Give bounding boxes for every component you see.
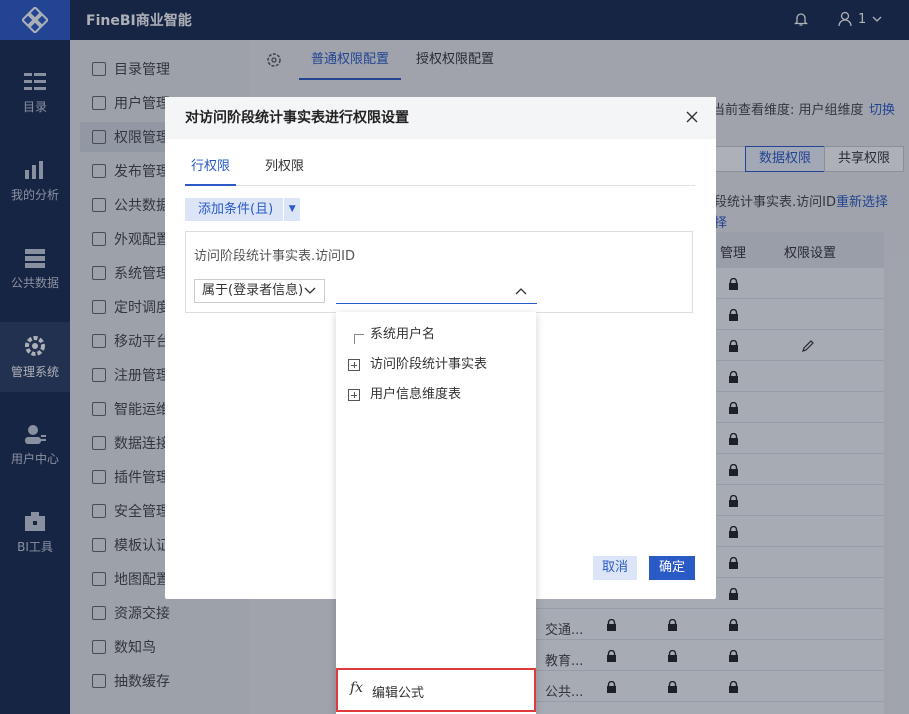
option-user-dim-table[interactable]: 用户信息维度表	[336, 382, 536, 408]
tab-row-permission[interactable]: 行权限	[185, 153, 236, 186]
cancel-button[interactable]: 取消	[593, 556, 637, 580]
tab-column-permission[interactable]: 列权限	[265, 153, 304, 186]
caret-down-icon[interactable]: ▼	[284, 198, 300, 221]
add-condition-button[interactable]: 添加条件(且) ▼	[185, 198, 301, 221]
edit-formula-button[interactable]: fx 编辑公式	[336, 668, 536, 712]
option-system-username[interactable]: 系统用户名	[336, 322, 536, 348]
formula-icon: fx	[350, 680, 364, 696]
condition-field: 访问阶段统计事实表.访问ID	[194, 249, 355, 264]
value-dropdown: 系统用户名 访问阶段统计事实表 用户信息维度表 fx 编辑公式	[336, 312, 536, 714]
chevron-down-icon	[304, 287, 316, 294]
option-label: 访问阶段统计事实表	[370, 357, 488, 372]
tree-line-icon	[354, 334, 364, 344]
dialog-title: 对访问阶段统计事实表进行权限设置	[165, 97, 716, 139]
add-condition-label: 添加条件(且)	[185, 198, 285, 221]
dialog-tabs: 行权限 列权限	[185, 153, 695, 186]
value-input[interactable]	[336, 282, 537, 304]
expand-icon[interactable]	[348, 389, 360, 401]
option-label: 用户信息维度表	[370, 387, 462, 402]
expand-icon[interactable]	[348, 359, 360, 371]
operator-select[interactable]: 属于(登录者信息)	[194, 279, 325, 303]
chevron-up-icon	[515, 288, 527, 295]
operator-value: 属于(登录者信息)	[202, 283, 304, 298]
close-icon[interactable]	[686, 111, 698, 123]
condition-box: 访问阶段统计事实表.访问ID 属于(登录者信息)	[185, 231, 693, 313]
option-fact-table[interactable]: 访问阶段统计事实表	[336, 352, 536, 378]
edit-formula-label: 编辑公式	[372, 686, 425, 701]
ok-button[interactable]: 确定	[649, 556, 695, 580]
option-label: 系统用户名	[370, 327, 436, 342]
